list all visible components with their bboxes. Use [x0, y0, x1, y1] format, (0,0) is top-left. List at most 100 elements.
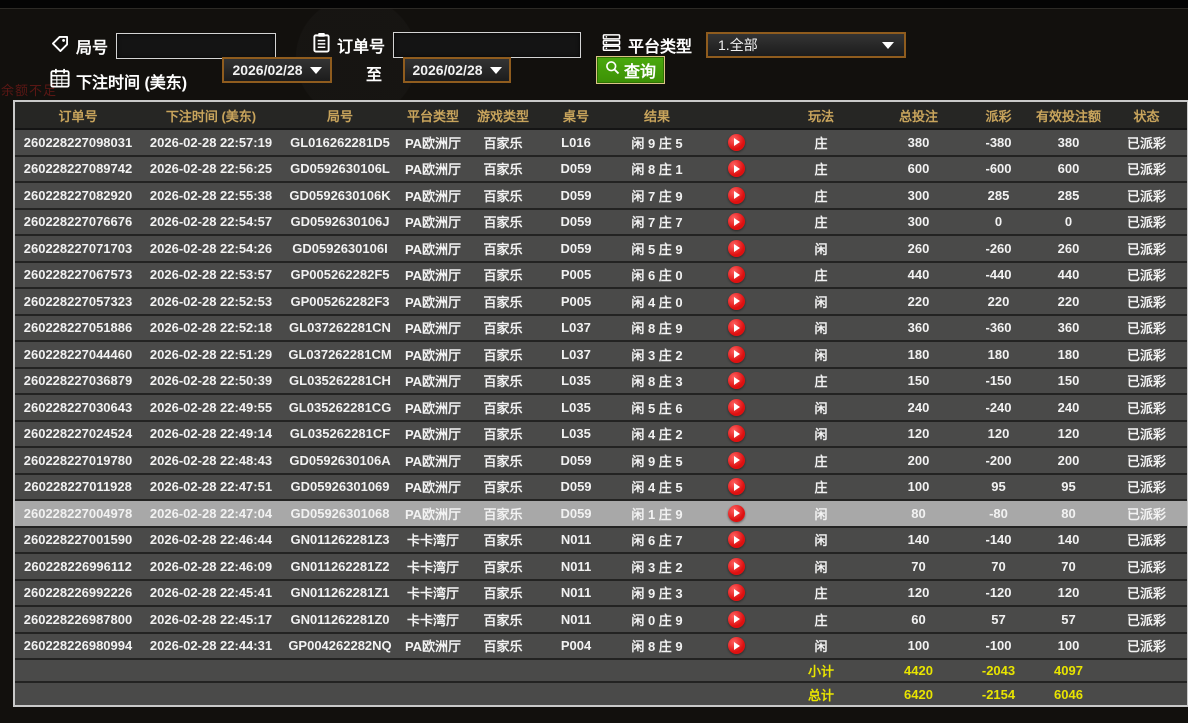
table-row[interactable]: 2602282270245242026-02-28 22:49:14GL0352…: [15, 421, 1187, 448]
video-play-button[interactable]: [728, 160, 745, 177]
status-cell: 已派彩: [1106, 421, 1187, 448]
game-type-cell: 百家乐: [467, 235, 539, 262]
table-no-cell: D059: [539, 500, 613, 527]
subtotal-payout: -2043: [966, 659, 1031, 682]
video-play-button[interactable]: [728, 213, 745, 230]
platform-cell: 卡卡湾厅: [399, 580, 467, 607]
chevron-down-icon: [310, 67, 322, 74]
order-no-cell: 260228227082920: [15, 182, 141, 209]
platform-cell: PA欧洲厅: [399, 288, 467, 315]
chevron-down-icon: [882, 42, 894, 49]
bet-time-cell: 2026-02-28 22:52:18: [141, 315, 281, 342]
table-row[interactable]: 2602282269961122026-02-28 22:46:09GN0112…: [15, 553, 1187, 580]
table-no-cell: N011: [539, 527, 613, 554]
video-play-button[interactable]: [728, 399, 745, 416]
grand-total-payout: -2154: [966, 682, 1031, 705]
game-no-cell: GL035262281CF: [281, 421, 399, 448]
game-no-cell: GN011262281Z2: [281, 553, 399, 580]
platform-select[interactable]: 1.全部: [706, 32, 906, 58]
video-play-button[interactable]: [728, 293, 745, 310]
table-row[interactable]: 2602282270306432026-02-28 22:49:55GL0352…: [15, 394, 1187, 421]
result-cell: 闲 1 庄 9: [613, 500, 701, 527]
game-no-input[interactable]: [116, 33, 276, 59]
status-cell: 已派彩: [1106, 633, 1187, 660]
video-play-button[interactable]: [728, 240, 745, 257]
table-row[interactable]: 2602282270518862026-02-28 22:52:18GL0372…: [15, 315, 1187, 342]
table-no-cell: P005: [539, 288, 613, 315]
date-to-select[interactable]: 2026/02/28: [403, 57, 511, 83]
valid-bet-cell: 140: [1031, 527, 1106, 554]
status-cell: 已派彩: [1106, 182, 1187, 209]
video-play-button[interactable]: [728, 611, 745, 628]
payout-cell: 95: [966, 474, 1031, 501]
table-row[interactable]: 2602282270573232026-02-28 22:52:53GP0052…: [15, 288, 1187, 315]
video-play-button[interactable]: [728, 319, 745, 336]
platform-cell: PA欧洲厅: [399, 421, 467, 448]
table-row[interactable]: 2602282270829202026-02-28 22:55:38GD0592…: [15, 182, 1187, 209]
total-bet-cell: 100: [871, 633, 966, 660]
table-no-cell: L035: [539, 368, 613, 395]
bet-time-cell: 2026-02-28 22:53:57: [141, 262, 281, 289]
video-play-button[interactable]: [728, 346, 745, 363]
date-from-select[interactable]: 2026/02/28: [222, 57, 332, 83]
status-cell: 已派彩: [1106, 368, 1187, 395]
table-row[interactable]: 2602282270049782026-02-28 22:47:04GD0592…: [15, 500, 1187, 527]
table-no-cell: D059: [539, 447, 613, 474]
table-no-cell: D059: [539, 182, 613, 209]
platform-label: 平台类型: [628, 33, 692, 57]
table-row[interactable]: 2602282269922262026-02-28 22:45:41GN0112…: [15, 580, 1187, 607]
result-cell: 闲 4 庄 0: [613, 288, 701, 315]
play-type-cell: 庄: [771, 156, 871, 183]
table-row[interactable]: 2602282270717032026-02-28 22:54:26GD0592…: [15, 235, 1187, 262]
query-button[interactable]: 查询: [596, 56, 665, 84]
table-row[interactable]: 2602282270980312026-02-28 22:57:19GL0162…: [15, 129, 1187, 156]
table-row[interactable]: 2602282270675732026-02-28 22:53:57GP0052…: [15, 262, 1187, 289]
video-cell: [701, 129, 771, 156]
video-play-button[interactable]: [728, 531, 745, 548]
table-row[interactable]: 2602282269878002026-02-28 22:45:17GN0112…: [15, 606, 1187, 633]
payout-cell: -200: [966, 447, 1031, 474]
payout-cell: 220: [966, 288, 1031, 315]
table-row[interactable]: 2602282270119282026-02-28 22:47:51GD0592…: [15, 474, 1187, 501]
video-cell: [701, 262, 771, 289]
table-no-cell: L035: [539, 394, 613, 421]
play-type-cell: 闲: [771, 315, 871, 342]
video-cell: [701, 209, 771, 236]
video-play-button[interactable]: [728, 584, 745, 601]
status-cell: 已派彩: [1106, 341, 1187, 368]
table-row[interactable]: 2602282270197802026-02-28 22:48:43GD0592…: [15, 447, 1187, 474]
video-play-button[interactable]: [728, 637, 745, 654]
table-row[interactable]: 2602282270897422026-02-28 22:56:25GD0592…: [15, 156, 1187, 183]
table-no-cell: N011: [539, 606, 613, 633]
bet-time-cell: 2026-02-28 22:47:51: [141, 474, 281, 501]
video-cell: [701, 527, 771, 554]
status-cell: 已派彩: [1106, 129, 1187, 156]
video-play-button[interactable]: [728, 558, 745, 575]
platform-cell: PA欧洲厅: [399, 209, 467, 236]
order-no-cell: 260228227076676: [15, 209, 141, 236]
video-play-button[interactable]: [728, 372, 745, 389]
bet-time-cell: 2026-02-28 22:50:39: [141, 368, 281, 395]
video-play-button[interactable]: [728, 425, 745, 442]
video-play-button[interactable]: [728, 134, 745, 151]
col-header-bet-time: 下注时间 (美东): [141, 102, 281, 129]
background-watermark: 余额不足: [1, 80, 57, 99]
platform-cell: 卡卡湾厅: [399, 606, 467, 633]
table-row[interactable]: 2602282270766762026-02-28 22:54:57GD0592…: [15, 209, 1187, 236]
order-no-input[interactable]: [393, 32, 581, 58]
bet-time-cell: 2026-02-28 22:47:04: [141, 500, 281, 527]
game-type-cell: 百家乐: [467, 633, 539, 660]
order-no-cell: 260228227036879: [15, 368, 141, 395]
video-play-button[interactable]: [728, 266, 745, 283]
game-type-cell: 百家乐: [467, 447, 539, 474]
video-play-button[interactable]: [728, 452, 745, 469]
order-no-cell: 260228227030643: [15, 394, 141, 421]
table-row[interactable]: 2602282270368792026-02-28 22:50:39GL0352…: [15, 368, 1187, 395]
video-play-button[interactable]: [728, 478, 745, 495]
table-row[interactable]: 2602282270015902026-02-28 22:46:44GN0112…: [15, 527, 1187, 554]
table-row[interactable]: 2602282270444602026-02-28 22:51:29GL0372…: [15, 341, 1187, 368]
video-play-button[interactable]: [728, 187, 745, 204]
table-row[interactable]: 2602282269809942026-02-28 22:44:31GP0042…: [15, 633, 1187, 660]
video-play-button[interactable]: [728, 505, 745, 522]
platform-cell: PA欧洲厅: [399, 447, 467, 474]
